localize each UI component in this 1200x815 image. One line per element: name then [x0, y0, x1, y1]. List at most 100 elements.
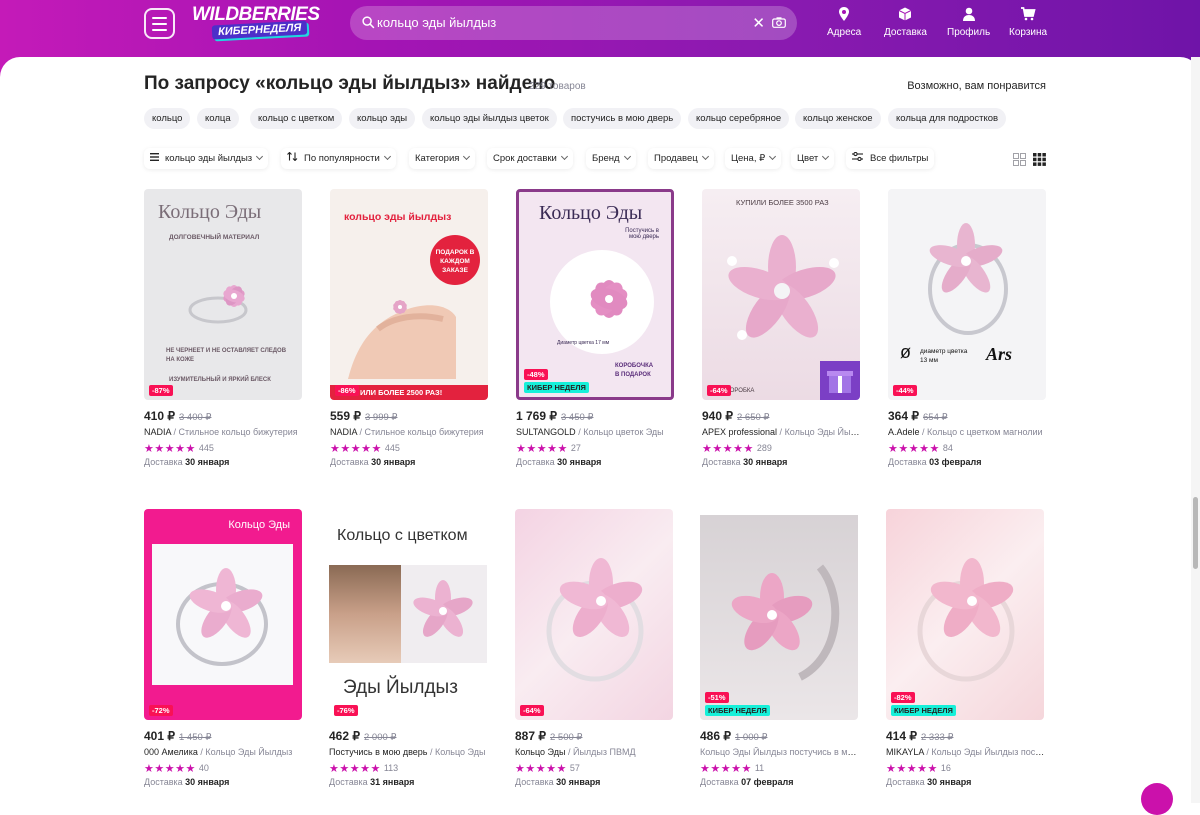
- product-image[interactable]: Кольцо Эды Постучись в мою дверь Диаметр…: [516, 189, 674, 400]
- filter-label: Срок доставки: [493, 153, 557, 164]
- product-image[interactable]: ø диаметр цветка 13 мм Ars -44%: [888, 189, 1046, 400]
- chip[interactable]: колца: [197, 108, 239, 129]
- image-caption: КУПИЛИ БОЛЕЕ 3500 РАЗ: [736, 198, 829, 207]
- product-card[interactable]: Кольцо Эды -72% 401 ₽1 450 ₽ 000 Амелика…: [144, 509, 304, 787]
- product-name[interactable]: APEX professional / Кольцо Эды Йылдыз: [702, 427, 862, 437]
- product-card[interactable]: -51% КИБЕР НЕДЕЛЯ 486 ₽1 000 ₽ Кольцо Эд…: [700, 509, 860, 787]
- image-caption: Кольцо с цветком: [337, 527, 468, 544]
- filter-sort[interactable]: По популярности: [281, 148, 396, 169]
- menu-button[interactable]: [144, 8, 175, 39]
- product-card[interactable]: Кольцо с цветком Эды Йылдыз -76% 462 ₽2 …: [329, 509, 489, 787]
- filter-delivery-time[interactable]: Срок доставки: [487, 148, 573, 169]
- product-image[interactable]: -64%: [515, 509, 673, 720]
- stars-icon: ★★★★★: [329, 762, 381, 775]
- nav-label: Профиль: [947, 27, 991, 38]
- filter-all[interactable]: Все фильтры: [846, 148, 935, 169]
- product-card[interactable]: кольцо эды йылдыз ПОДАРОК В КАЖДОМ ЗАКАЗ…: [330, 189, 490, 467]
- product-image[interactable]: КУПИЛИ БОЛЕЕ 3500 РАЗ ЧНАЯ КОРОБКА -64%: [702, 189, 860, 400]
- ring-image: [928, 223, 1008, 335]
- chevron-down-icon: [623, 152, 631, 161]
- product-card[interactable]: Кольцо Эды Постучись в мою дверь Диаметр…: [516, 189, 676, 467]
- chat-button[interactable]: [1141, 783, 1173, 815]
- discount-badge: -51%: [705, 692, 729, 703]
- product-image[interactable]: Кольцо с цветком Эды Йылдыз -76%: [329, 509, 487, 720]
- product-image[interactable]: -82% КИБЕР НЕДЕЛЯ: [886, 509, 1044, 720]
- product-name[interactable]: Постучись в мою дверь / Кольцо Эды: [329, 747, 489, 757]
- filter-seller[interactable]: Продавец: [648, 148, 714, 169]
- filter-category[interactable]: Категория: [409, 148, 476, 169]
- review-count: 57: [569, 763, 580, 773]
- clear-icon[interactable]: ✕: [752, 14, 765, 32]
- product-name[interactable]: 000 Амелика / Кольцо Эды Йылдыз: [144, 747, 304, 757]
- search-input[interactable]: кольцо эды йылдыз: [377, 15, 496, 30]
- kiber-badge: КИБЕР НЕДЕЛЯ: [705, 705, 770, 716]
- product-name[interactable]: Кольцо Эды Йылдыз постучись в мою дверь: [700, 747, 860, 757]
- chip[interactable]: кольца для подростков: [888, 108, 1007, 129]
- product-card[interactable]: -82% КИБЕР НЕДЕЛЯ 414 ₽2 333 ₽ MIKAYLA /…: [886, 509, 1046, 787]
- chip[interactable]: кольцо с цветком: [250, 108, 343, 129]
- grid-small-icon[interactable]: [1033, 153, 1046, 166]
- filter-color[interactable]: Цвет: [791, 148, 835, 169]
- camera-icon[interactable]: [772, 17, 786, 28]
- discount-badge: -64%: [707, 385, 731, 396]
- scrollbar-thumb[interactable]: [1193, 497, 1198, 569]
- may-like-link[interactable]: Возможно, вам понравится: [907, 80, 1046, 92]
- chevron-down-icon: [701, 152, 709, 161]
- nav-delivery[interactable]: Доставка: [884, 6, 927, 38]
- stars-icon: ★★★★★: [700, 762, 752, 775]
- nav-label: Корзина: [1009, 27, 1048, 38]
- product-card[interactable]: Кольцо Эды долговечный материал не черне…: [144, 189, 304, 467]
- chevron-down-icon: [383, 152, 391, 161]
- old-price: 654 ₽: [923, 412, 948, 423]
- product-image[interactable]: -51% КИБЕР НЕДЕЛЯ: [700, 509, 858, 720]
- product-name[interactable]: SULTANGOLD / Кольцо цветок Эды: [516, 427, 676, 437]
- chip[interactable]: постучись в мою дверь: [563, 108, 682, 129]
- product-name[interactable]: Кольцо Эды / Йылдыз ПВМД: [515, 747, 675, 757]
- old-price: 2 000 ₽: [364, 732, 397, 743]
- price: 486 ₽1 000 ₽: [700, 729, 768, 743]
- stars-icon: ★★★★★: [702, 442, 754, 455]
- stars-icon: ★★★★★: [516, 442, 568, 455]
- price: 887 ₽2 500 ₽: [515, 729, 583, 743]
- product-image[interactable]: Кольцо Эды долговечный материал не черне…: [144, 189, 302, 400]
- product-image[interactable]: Кольцо Эды -72%: [144, 509, 302, 720]
- nav-profile[interactable]: Профиль: [947, 6, 990, 38]
- price: 940 ₽2 650 ₽: [702, 409, 770, 423]
- rating: ★★★★★ 11: [700, 762, 860, 775]
- grid-large-icon[interactable]: [1013, 153, 1026, 166]
- watermark-logo: Ars: [986, 344, 1013, 364]
- product-image[interactable]: кольцо эды йылдыз ПОДАРОК В КАЖДОМ ЗАКАЗ…: [330, 189, 488, 400]
- product-card[interactable]: -64% 887 ₽2 500 ₽ Кольцо Эды / Йылдыз ПВ…: [515, 509, 675, 787]
- delivery-info: Доставка 30 января: [515, 777, 601, 787]
- logo[interactable]: WILDBERRIES КИБЕРНЕДЕЛЯ: [192, 4, 332, 40]
- rating: ★★★★★ 27: [516, 442, 676, 455]
- search-bar[interactable]: кольцо эды йылдыз ✕: [350, 6, 797, 40]
- product-card[interactable]: ø диаметр цветка 13 мм Ars -44% 364 ₽654…: [888, 189, 1048, 467]
- sliders-icon: [852, 151, 863, 162]
- ring-image: [546, 558, 644, 682]
- user-icon: [962, 7, 975, 21]
- scrollbar[interactable]: [1191, 57, 1200, 803]
- nav-label: Адреса: [827, 27, 862, 38]
- product-name[interactable]: MIKAYLA / Кольцо Эды Йылдыз постучись: [886, 747, 1046, 757]
- filter-price[interactable]: Цена, ₽: [725, 148, 782, 169]
- cart-icon: [1021, 7, 1036, 21]
- chip[interactable]: кольцо серебряное: [688, 108, 790, 129]
- filter-brand[interactable]: Бренд: [586, 148, 636, 169]
- delivery-info: Доставка 31 января: [329, 777, 415, 787]
- chip[interactable]: кольцо женское: [795, 108, 881, 129]
- product-name[interactable]: NADIA / Стильное кольцо бижутерия: [144, 427, 304, 437]
- price: 414 ₽2 333 ₽: [886, 729, 954, 743]
- product-name[interactable]: NADIA / Стильное кольцо бижутерия: [330, 427, 490, 437]
- price: 401 ₽1 450 ₽: [144, 729, 212, 743]
- chip[interactable]: кольцо эды: [349, 108, 416, 129]
- chip[interactable]: кольцо: [144, 108, 191, 129]
- chip[interactable]: кольцо эды йылдыз цветок: [422, 108, 557, 129]
- product-card[interactable]: КУПИЛИ БОЛЕЕ 3500 РАЗ ЧНАЯ КОРОБКА -64% …: [702, 189, 862, 467]
- chevron-down-icon: [463, 152, 471, 161]
- filter-query[interactable]: кольцо эды йылдыз: [144, 148, 269, 169]
- nav-addresses[interactable]: Адреса: [827, 6, 861, 38]
- product-name[interactable]: A.Adele / Кольцо с цветком магнолии: [888, 427, 1048, 437]
- nav-cart[interactable]: Корзина: [1009, 6, 1047, 38]
- ring-image: [731, 564, 840, 681]
